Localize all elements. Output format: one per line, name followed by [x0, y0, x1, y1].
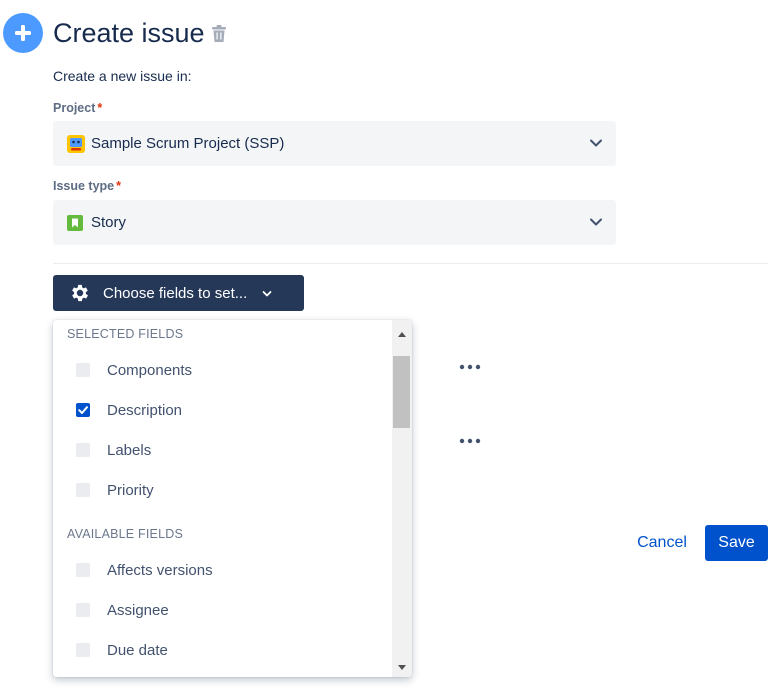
- checkbox[interactable]: [76, 563, 90, 577]
- issue-type-select[interactable]: Story: [53, 200, 616, 245]
- project-label: Project *: [53, 101, 103, 115]
- available-fields-heading: AVAILABLE FIELDS: [67, 527, 183, 541]
- gear-icon: [69, 282, 91, 304]
- field-option-label: Affects versions: [107, 561, 213, 579]
- issue-type-select-value: Story: [91, 214, 127, 231]
- trash-icon[interactable]: [211, 25, 227, 43]
- required-marker: *: [116, 179, 122, 193]
- field-option-label: Due date: [107, 641, 168, 659]
- dropdown-scrollbar[interactable]: [392, 320, 412, 677]
- checkbox[interactable]: [76, 603, 90, 617]
- field-option-components[interactable]: Components: [53, 350, 391, 390]
- field-option-assignee[interactable]: Assignee: [53, 590, 391, 630]
- selected-fields-heading: SELECTED FIELDS: [67, 327, 184, 341]
- more-options-icon[interactable]: [458, 358, 482, 370]
- save-button[interactable]: Save: [705, 525, 768, 561]
- required-marker: *: [97, 101, 103, 115]
- field-option-label: Components: [107, 361, 193, 379]
- cancel-button[interactable]: Cancel: [630, 525, 694, 561]
- checkbox-checked[interactable]: [76, 403, 90, 417]
- project-select[interactable]: Sample Scrum Project (SSP): [53, 121, 616, 166]
- chevron-down-icon: [588, 214, 604, 230]
- field-option-labels[interactable]: Labels: [53, 430, 391, 470]
- checkbox[interactable]: [76, 363, 90, 377]
- choose-fields-button[interactable]: Choose fields to set...: [53, 275, 304, 311]
- divider: [53, 263, 768, 264]
- checkbox[interactable]: [76, 643, 90, 657]
- checkbox[interactable]: [76, 483, 90, 497]
- field-option-label: Assignee: [107, 601, 169, 619]
- scroll-up-arrow-icon[interactable]: [396, 326, 408, 337]
- issue-type-label: Issue type *: [53, 179, 122, 193]
- field-option-label: Labels: [107, 441, 152, 459]
- field-option-affects-versions[interactable]: Affects versions: [53, 550, 391, 590]
- chevron-down-icon: [588, 135, 604, 151]
- fields-dropdown: SELECTED FIELDS Components Description L…: [53, 320, 412, 677]
- field-option-description[interactable]: Description: [53, 390, 391, 430]
- field-option-label: Priority: [107, 481, 154, 499]
- chevron-down-icon: [261, 287, 273, 299]
- scrollbar-thumb[interactable]: [393, 356, 410, 428]
- choose-fields-label: Choose fields to set...: [103, 284, 248, 302]
- scroll-down-arrow-icon[interactable]: [396, 660, 408, 670]
- create-issue-dialog: Create issue Create a new issue in: Proj…: [0, 0, 784, 692]
- story-icon: [67, 214, 83, 231]
- plus-icon: [3, 13, 43, 53]
- field-option-due-date[interactable]: Due date: [53, 630, 391, 670]
- more-options-icon[interactable]: [458, 432, 482, 444]
- field-option-priority[interactable]: Priority: [53, 470, 391, 510]
- page-title: Create issue: [53, 18, 205, 48]
- project-select-value: Sample Scrum Project (SSP): [91, 135, 285, 152]
- checkbox[interactable]: [76, 443, 90, 457]
- project-avatar-icon: [67, 134, 85, 153]
- form-subtitle: Create a new issue in:: [53, 68, 192, 84]
- field-option-label: Description: [107, 401, 183, 419]
